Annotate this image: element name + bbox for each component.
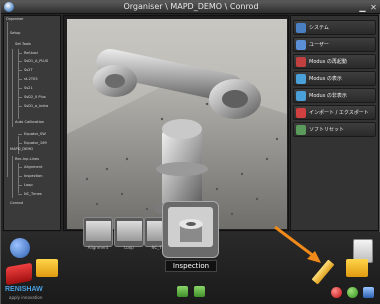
menu-label: Modus の非表示	[309, 93, 347, 99]
part-image-viewer	[63, 15, 289, 231]
menu-import-export-button[interactable]: インポート / エクスポート	[293, 105, 376, 120]
tree-node[interactable]: Ref-tool	[24, 51, 38, 55]
thumbnail-label: Alignment	[87, 245, 109, 250]
tree-node-nc-times[interactable]: NC_Times	[24, 192, 42, 196]
system-menu-panel: システム ユーザー Modus の再起動 Modus の表示 Modus の非表…	[290, 15, 379, 231]
close-icon[interactable]: ✕	[369, 3, 378, 12]
menu-show-modus-button[interactable]: Modus の表示	[293, 71, 376, 86]
folder-icon[interactable]	[346, 259, 368, 277]
program-tree-panel: Organiser Setup Set Tools Ref-tool SsD1_…	[3, 15, 61, 231]
brand-tagline: apply innovation	[9, 295, 43, 300]
soft-reset-icon	[296, 125, 306, 135]
hide-icon	[296, 91, 306, 101]
status-icon[interactable]	[347, 287, 358, 298]
stop-icon[interactable]	[331, 287, 342, 298]
thumbnail-label: Loop	[124, 245, 134, 250]
window-title: Organiser \ MAPD_DEMO \ Conrod	[123, 2, 259, 11]
tree-node[interactable]: Ss21	[24, 86, 33, 90]
menu-label: ソフトリセット	[309, 127, 345, 133]
tree-node-conrod[interactable]: Conrod	[10, 201, 23, 205]
tree-node[interactable]: st-2T05	[24, 77, 38, 81]
brand-logo: RENISHAW	[5, 286, 43, 293]
tree-node-set-tools[interactable]: Set Tools	[15, 42, 31, 46]
tree-node[interactable]: Rec-Inp.Lines	[15, 157, 39, 161]
inspection-tooltip: Inspection	[165, 260, 217, 272]
menu-label: システム	[309, 25, 329, 31]
tree-node[interactable]: SsD2_0 Plus	[24, 95, 46, 99]
menu-restart-modus-button[interactable]: Modus の再起動	[293, 54, 376, 69]
menu-label: Modus の再起動	[309, 59, 347, 65]
user-icon	[296, 40, 306, 50]
menu-user-button[interactable]: ユーザー	[293, 37, 376, 52]
organiser-window: Organiser \ MAPD_DEMO \ Conrod ▁ ✕ Organ…	[0, 0, 380, 304]
menu-label: Modus の表示	[309, 76, 342, 82]
system-icon	[296, 23, 306, 33]
settings-icon[interactable]	[363, 287, 374, 298]
restart-icon	[296, 57, 306, 67]
minimize-icon[interactable]: ▁	[358, 3, 367, 12]
show-icon	[296, 74, 306, 84]
tree-node-mapd-demo[interactable]: MAPD_DEMO	[10, 147, 33, 151]
menu-soft-reset-button[interactable]: ソフトリセット	[293, 122, 376, 137]
menu-hide-modus-button[interactable]: Modus の非表示	[293, 88, 376, 103]
menu-label: ユーザー	[309, 42, 329, 48]
menu-system-button[interactable]: システム	[293, 20, 376, 35]
tree-node[interactable]: Equator_169	[24, 141, 47, 145]
tree-node[interactable]: Ss2T	[24, 68, 33, 72]
tree-node[interactable]: SsD1_a_indra	[24, 104, 48, 108]
modus-logo-icon[interactable]	[10, 238, 30, 258]
orange-arrow-icon	[274, 225, 321, 263]
menu-label: インポート / エクスポート	[309, 110, 369, 116]
tree-node-inspection[interactable]: Inspection	[24, 174, 43, 178]
conrod-part-image	[67, 19, 287, 229]
tree-node[interactable]: Equator_SW	[24, 132, 46, 136]
step-program-icon[interactable]	[194, 286, 205, 297]
folder-icon[interactable]	[36, 259, 58, 277]
thumbnail-alignment[interactable]	[83, 217, 113, 247]
tree-node-organiser[interactable]: Organiser	[6, 17, 24, 21]
tree-node-alignment[interactable]: Alignment	[24, 165, 42, 169]
tree-node-loop[interactable]: Loop	[24, 183, 33, 187]
thumbnail-inspection-selected[interactable]	[162, 201, 219, 258]
run-program-icon[interactable]	[177, 286, 188, 297]
title-bar: Organiser \ MAPD_DEMO \ Conrod ▁ ✕	[1, 1, 380, 14]
tree-node-auto-calibration[interactable]: Auto Calibration	[15, 120, 44, 124]
thumbnail-loop[interactable]	[114, 217, 144, 247]
tree-node[interactable]: SsD1_A_PLUS	[24, 59, 48, 63]
tree-node-setup[interactable]: Setup	[10, 31, 20, 35]
import-export-icon	[296, 108, 306, 118]
